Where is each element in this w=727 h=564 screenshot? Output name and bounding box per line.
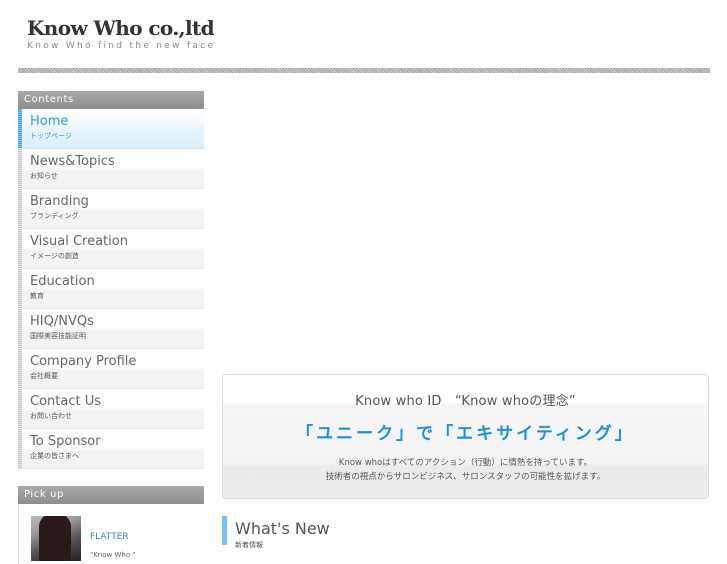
header-divider [18,68,710,73]
nav-item-sublabel: イメージの創造 [30,252,79,260]
pickup-title-link[interactable]: FLATTER [90,532,129,542]
nav-item-branding[interactable]: Branding ブランディング [18,189,204,229]
nav-item-sublabel: 企業の皆さまへ [30,452,79,460]
nav-item-label: Contact Us [30,394,101,409]
banner-description-line: Know whoはすべてのアクション（行動）に情熱を持っています。 [338,458,593,468]
whats-new-subtitle: 新着情報 [235,541,263,549]
nav-item-hiq-nvqs[interactable]: HIQ/NVQs 国際美容技能証明 [18,309,204,349]
banner-catchphrase: 「ユニーク」で「エキサイティング」 [296,424,635,444]
banner-description-line: 技術者の視点からサロンビジネス、サロンスタッフの可能性を拡げます。 [325,472,606,482]
nav-item-label: To Sponsor [30,434,101,449]
pickup-panel: Pick up FLATTER "Know Who " [18,486,204,564]
nav-item-visual-creation[interactable]: Visual Creation イメージの創造 [18,229,204,269]
nav-item-news-topics[interactable]: News&Topics お知らせ [18,149,204,189]
logo-title: Know Who co.,ltd [27,16,215,40]
banner-heading: Know who ID “Know whoの理念” [355,394,576,409]
nav-item-education[interactable]: Education 教育 [18,269,204,309]
nav-item-label: Home [30,114,69,129]
nav-item-label: News&Topics [30,154,115,169]
pickup-heading: Pick up [18,486,204,504]
site-logo[interactable]: Know Who co.,ltd Know Who find the new f… [27,16,215,51]
nav-item-label: Education [30,274,95,289]
nav-item-label: HIQ/NVQs [30,314,94,329]
nav-item-to-sponsor[interactable]: To Sponsor 企業の皆さまへ [18,429,204,469]
pickup-thumbnail[interactable] [31,516,81,561]
nav-item-label: Branding [30,194,89,209]
nav-item-sublabel: 国際美容技能証明 [30,332,86,340]
banner-description: Know whoはすべてのアクション（行動）に情熱を持っています。 技術者の視点… [223,456,708,484]
pickup-item[interactable]: FLATTER "Know Who " [18,504,204,564]
sidebar-heading: Contents [18,91,204,109]
nav-item-label: Company Profile [30,354,137,369]
nav-item-label: Visual Creation [30,234,128,249]
nav-item-home[interactable]: Home トップページ [18,109,204,149]
whats-new-title: What's New [235,519,330,538]
nav-item-company-profile[interactable]: Company Profile 会社概要 [18,349,204,389]
nav-item-sublabel: お問い合わせ [30,412,72,420]
sidebar-nav: Contents Home トップページ News&Topics お知らせ Br… [18,91,204,469]
nav-item-sublabel: ブランディング [30,212,79,220]
heading-accent-bar [222,516,227,545]
nav-item-sublabel: お知らせ [30,172,58,180]
philosophy-banner: Know who ID “Know whoの理念” 「ユニーク」で「エキサイティ… [222,374,709,499]
pickup-description: "Know Who " [90,551,136,559]
logo-tagline: Know Who find the new face [27,41,216,51]
nav-item-sublabel: トップページ [30,132,72,140]
nav-item-sublabel: 会社概要 [30,372,58,380]
nav-item-contact-us[interactable]: Contact Us お問い合わせ [18,389,204,429]
nav-item-sublabel: 教育 [30,292,44,300]
